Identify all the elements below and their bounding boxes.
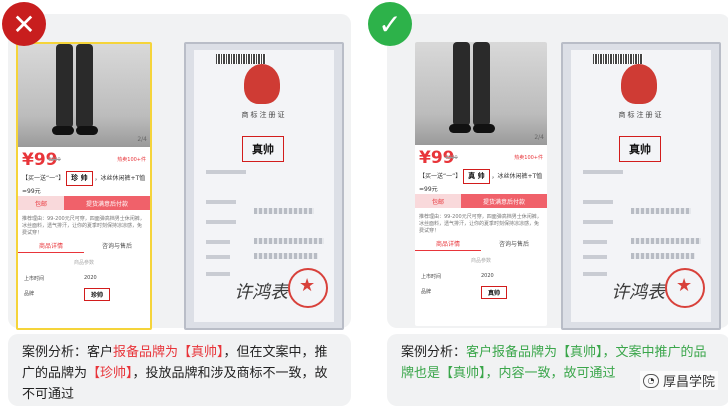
- bad-example-panel: 2/4 ¥99 ¥299 热卖100+件 【买一送“一”】 珍 帅 ，冰丝休闲裤…: [8, 14, 351, 330]
- params-title: 商品参数: [73, 260, 94, 266]
- left-analysis: 案例分析：客户报备品牌为【真帅】，但在文案中，推广的品牌为【珍帅】，投放品牌和涉…: [8, 334, 351, 406]
- product-description: 推荐理由：99-200元尺可穿，四面弹高档男士休闲裤，冰丝面料，透气排汗，让你的…: [22, 216, 145, 236]
- product-photo: [415, 42, 547, 145]
- official-seal: ★: [288, 268, 328, 308]
- page-number: 2/4: [534, 134, 544, 141]
- tab-consult[interactable]: 咨询与售后: [481, 239, 547, 251]
- watermark: ◔ 厚昌学院: [639, 371, 718, 390]
- old-price: ¥299: [445, 155, 458, 161]
- x-icon: ✕: [2, 2, 46, 46]
- trademark-certificate: 商标注册证 真帅 许鸿表 ★: [561, 42, 721, 330]
- brand-highlight: 真 帅: [463, 169, 490, 184]
- product-page-screenshot: 2/4 ¥99 ¥299 热卖100+件 【买一送“一”】 真 帅 ，冰丝休闲裤…: [415, 42, 547, 326]
- brand-value-highlight: 真帅: [481, 286, 508, 299]
- good-example-panel: 2/4 ¥99 ¥299 热卖100+件 【买一送“一”】 真 帅 ，冰丝休闲裤…: [387, 14, 728, 330]
- brand-highlight: 珍 帅: [66, 171, 93, 186]
- product-page-screenshot: 2/4 ¥99 ¥299 热卖100+件 【买一送“一”】 珍 帅 ，冰丝休闲裤…: [16, 42, 152, 330]
- free-shipping-button[interactable]: 包邮: [18, 196, 64, 210]
- product-description: 推荐理由：99-200元尺可穿，四面弹高档男士休闲裤，冰丝面料，透气排汗，让你的…: [419, 214, 542, 234]
- right-analysis: 案例分析：客户报备品牌为【真帅】，文案中推广的品牌也是【真帅】，内容一致，故可通…: [387, 334, 728, 406]
- signature: 许鸿表: [611, 282, 665, 303]
- barcode: [593, 54, 643, 64]
- product-title: 【买一送“一”】 珍 帅 ，冰丝休闲裤+T恤=99元: [22, 171, 146, 197]
- tab-details[interactable]: 商品详情: [18, 241, 84, 253]
- sold-count: 热卖100+件: [117, 157, 146, 163]
- brand-value-highlight: 珍帅: [84, 288, 111, 301]
- buy-button[interactable]: 提货满意后付款: [461, 194, 547, 208]
- product-photo: [18, 44, 150, 147]
- free-shipping-button[interactable]: 包邮: [415, 194, 461, 208]
- national-emblem-icon: [244, 64, 280, 104]
- trademark-certificate: 商标注册证 真帅 许鸿表 ★: [184, 42, 344, 330]
- tab-consult[interactable]: 咨询与售后: [84, 241, 150, 253]
- certificate-title: 商标注册证: [241, 111, 287, 119]
- trademark-name: 真帅: [242, 136, 284, 162]
- signature: 许鸿表: [234, 282, 288, 303]
- trademark-name: 真帅: [619, 136, 661, 162]
- tab-details[interactable]: 商品详情: [415, 239, 481, 251]
- page-number: 2/4: [137, 136, 147, 143]
- barcode: [216, 54, 266, 64]
- old-price: ¥299: [48, 157, 61, 163]
- wechat-icon: ◔: [642, 373, 659, 388]
- buy-button[interactable]: 提货满意后付款: [64, 196, 150, 210]
- product-title: 【买一送“一”】 真 帅 ，冰丝休闲裤+T恤=99元: [419, 169, 543, 195]
- sold-count: 热卖100+件: [514, 155, 543, 161]
- certificate-title: 商标注册证: [618, 111, 664, 119]
- params-title: 商品参数: [470, 258, 491, 264]
- official-seal: ★: [665, 268, 705, 308]
- national-emblem-icon: [621, 64, 657, 104]
- check-icon: ✓: [368, 2, 412, 46]
